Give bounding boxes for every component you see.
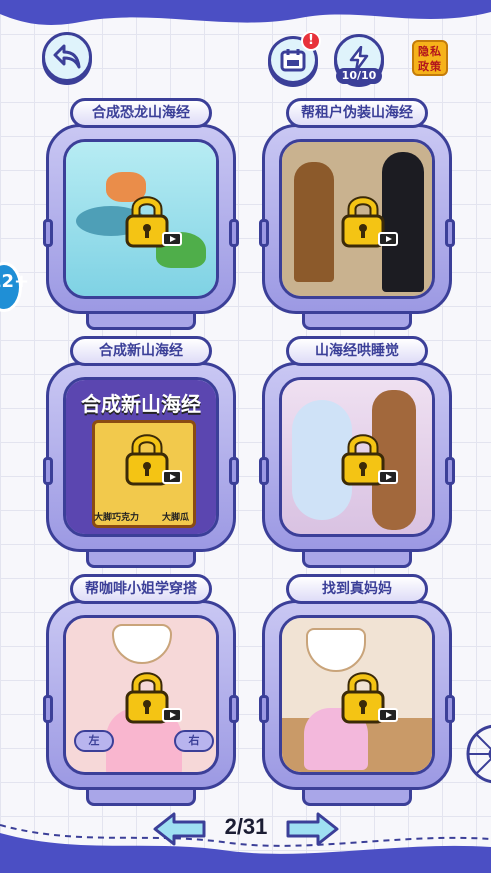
- level-card[interactable]: 山海经哄睡觉: [258, 336, 456, 568]
- previous-page-button[interactable]: [152, 811, 208, 847]
- level-card[interactable]: 找到真妈妈: [258, 574, 456, 806]
- level-thumbnail[interactable]: [63, 139, 219, 299]
- video-ad-icon: [378, 470, 398, 484]
- page-indicator: 2/31: [224, 814, 268, 839]
- side-knob: [229, 219, 239, 247]
- watch-frame: [43, 124, 239, 314]
- level-title: 帮租户伪装山海经: [286, 98, 428, 128]
- side-knob: [259, 457, 269, 485]
- side-knob: [445, 695, 455, 723]
- next-page-button[interactable]: [284, 811, 340, 847]
- level-title: 合成恐龙山海经: [70, 98, 212, 128]
- video-ad-icon: [378, 232, 398, 246]
- level-title: 山海经哄睡觉: [286, 336, 428, 366]
- age-rating-badge: 12+: [0, 262, 29, 312]
- ferris-wheel-decoration: [466, 724, 491, 784]
- watch-frame: [259, 124, 455, 314]
- level-card[interactable]: 左右帮咖啡小姐学穿搭: [42, 574, 240, 806]
- level-thumbnail[interactable]: [279, 377, 435, 537]
- privacy-label-line1: 隐私: [418, 45, 442, 58]
- left-button[interactable]: 左: [74, 730, 114, 752]
- back-arrow-icon: [53, 44, 81, 69]
- side-knob: [229, 457, 239, 485]
- watch-frame: [259, 362, 455, 552]
- side-knob: [445, 457, 455, 485]
- side-knob: [259, 695, 269, 723]
- energy-count: 10/10: [336, 68, 382, 84]
- video-ad-icon: [162, 470, 182, 484]
- level-thumbnail[interactable]: 合成新山海经大脚巧克力 大脚瓜: [63, 377, 219, 537]
- video-ad-icon: [162, 232, 182, 246]
- privacy-label-line2: 政策: [418, 60, 442, 73]
- level-thumbnail[interactable]: [279, 615, 435, 775]
- level-card[interactable]: 合成新山海经大脚巧克力 大脚瓜 合成新山海经: [42, 336, 240, 568]
- side-knob: [259, 219, 269, 247]
- inner-title: 合成新山海经: [81, 392, 201, 416]
- watch-frame: 左右: [43, 600, 239, 790]
- side-knob: [445, 219, 455, 247]
- video-ad-icon: [162, 708, 182, 722]
- side-knob: [43, 457, 53, 485]
- watch-frame: [259, 600, 455, 790]
- level-card[interactable]: 帮租户伪装山海经: [258, 98, 456, 330]
- side-knob: [229, 695, 239, 723]
- right-button[interactable]: 右: [174, 730, 214, 752]
- side-knob: [43, 695, 53, 723]
- level-title: 找到真妈妈: [286, 574, 428, 604]
- level-thumbnail[interactable]: 左右: [63, 615, 219, 775]
- calendar-icon: [280, 49, 306, 72]
- level-card[interactable]: 合成恐龙山海经: [42, 98, 240, 330]
- privacy-policy-button[interactable]: 隐私 政策: [412, 40, 448, 76]
- watch-frame: 合成新山海经大脚巧克力 大脚瓜: [43, 362, 239, 552]
- level-thumbnail[interactable]: [279, 139, 435, 299]
- inner-label-2: 大脚瓜: [162, 513, 190, 523]
- inner-label-1: 大脚巧克力: [94, 513, 140, 523]
- level-title: 帮咖啡小姐学穿搭: [70, 574, 212, 604]
- video-ad-icon: [378, 708, 398, 722]
- level-title: 合成新山海经: [70, 336, 212, 366]
- notification-badge: !: [301, 31, 321, 51]
- back-button[interactable]: [42, 32, 92, 82]
- side-knob: [43, 219, 53, 247]
